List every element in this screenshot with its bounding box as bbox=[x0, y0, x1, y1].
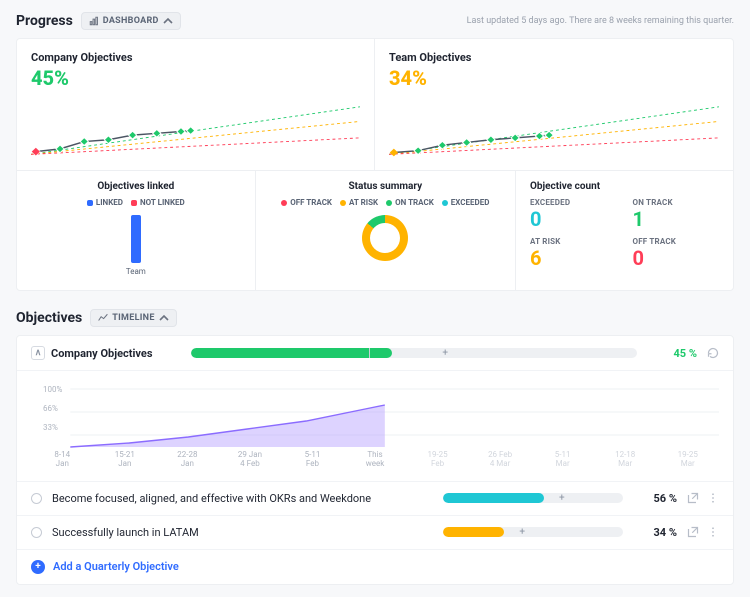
timeline-tick: 5-11Feb bbox=[281, 451, 344, 469]
timeline-tick: 19-25Mar bbox=[656, 451, 719, 469]
objective-pct: 56 % bbox=[633, 492, 677, 505]
update-note: Last updated 5 days ago. There are 8 wee… bbox=[467, 16, 734, 26]
linked-bar bbox=[131, 215, 141, 263]
objective-label: Successfully launch in LATAM bbox=[52, 526, 433, 539]
timeline-tick: 29 Jan4 Feb bbox=[219, 451, 282, 469]
dashboard-toggle[interactable]: DASHBOARD bbox=[81, 12, 181, 30]
timeline-tick: 8-14Jan bbox=[31, 451, 94, 469]
timeline-toggle[interactable]: TIMELINE bbox=[90, 309, 176, 327]
timeline-y-1: 66% bbox=[43, 404, 62, 413]
open-icon[interactable] bbox=[687, 526, 699, 538]
timeline-tick: 19-25Feb bbox=[406, 451, 469, 469]
timeline-tick: 5-11Mar bbox=[531, 451, 594, 469]
status-title: Status summary bbox=[270, 181, 501, 192]
timeline-xaxis: 8-14Jan15-21Jan22-28Jan29 Jan4 Feb5-11Fe… bbox=[31, 451, 719, 469]
timeline-icon bbox=[98, 313, 108, 323]
objective-label: Become focused, aligned, and effective w… bbox=[52, 492, 433, 505]
team-progress-chart bbox=[389, 94, 719, 158]
chart-icon bbox=[89, 16, 99, 26]
company-objectives-card: Company Objectives 45% bbox=[17, 39, 375, 171]
company-card-pct: 45% bbox=[31, 66, 360, 90]
add-objective-label: Add a Quarterly Objective bbox=[53, 560, 179, 573]
radio-icon[interactable] bbox=[31, 493, 42, 504]
chevron-up-icon bbox=[163, 16, 173, 26]
timeline-y-0: 100% bbox=[43, 385, 62, 394]
chevron-up-icon bbox=[159, 313, 169, 323]
timeline-tick: 22-28Jan bbox=[156, 451, 219, 469]
company-progress-bar: + bbox=[191, 348, 637, 358]
legend-not-linked: NOT LINKED bbox=[140, 198, 185, 207]
count-exceeded: EXCEEDED 0 bbox=[530, 198, 616, 229]
legend-on-track: ON TRACK bbox=[395, 198, 434, 207]
add-objective-button[interactable]: + Add a Quarterly Objective bbox=[17, 550, 733, 584]
radio-icon[interactable] bbox=[31, 527, 42, 538]
objective-progress-bar: + bbox=[443, 527, 623, 537]
progress-title: Progress bbox=[16, 13, 73, 29]
open-icon[interactable] bbox=[687, 492, 699, 504]
objective-pct: 34 % bbox=[633, 526, 677, 539]
count-on-track: ON TRACK 1 bbox=[633, 198, 719, 229]
objective-row[interactable]: Successfully launch in LATAM +34 % bbox=[17, 516, 733, 550]
company-row-label: Company Objectives bbox=[51, 347, 152, 360]
count-at-risk: AT RISK 6 bbox=[530, 237, 616, 268]
count-off-track: OFF TRACK 0 bbox=[633, 237, 719, 268]
timeline-tick: 26 Feb4 Mar bbox=[469, 451, 532, 469]
objective-count-card: Objective count EXCEEDED 0 ON TRACK 1 AT… bbox=[516, 171, 733, 290]
timeline-tick: 15-21Jan bbox=[94, 451, 157, 469]
team-card-pct: 34% bbox=[389, 66, 719, 90]
count-title: Objective count bbox=[530, 181, 719, 192]
timeline-tick: Thisweek bbox=[344, 451, 407, 469]
linked-title: Objectives linked bbox=[31, 181, 241, 192]
expand-icon[interactable]: ∧ bbox=[31, 346, 45, 360]
timeline-tick: 12-18Mar bbox=[594, 451, 657, 469]
timeline-y-2: 33% bbox=[43, 423, 62, 432]
status-legend: OFF TRACK AT RISK ON TRACK EXCEEDED bbox=[270, 198, 501, 207]
more-icon[interactable] bbox=[707, 492, 719, 504]
company-row-pct: 45 % bbox=[647, 347, 697, 360]
team-objectives-card: Team Objectives 34% bbox=[375, 39, 733, 171]
more-icon[interactable] bbox=[707, 526, 719, 538]
objectives-timeline: 100% 66% 33% 8-14Jan15-21Jan22-28Jan29 J… bbox=[17, 371, 733, 482]
legend-off-track: OFF TRACK bbox=[290, 198, 332, 207]
objective-row[interactable]: Become focused, aligned, and effective w… bbox=[17, 482, 733, 516]
company-progress-chart bbox=[31, 94, 360, 158]
objectives-title: Objectives bbox=[16, 310, 82, 326]
plus-icon: + bbox=[31, 560, 45, 574]
refresh-icon[interactable] bbox=[707, 347, 719, 359]
status-donut-chart bbox=[362, 215, 408, 261]
linked-axis-label: Team bbox=[126, 267, 146, 276]
objective-progress-bar: + bbox=[443, 493, 623, 503]
status-summary-card: Status summary OFF TRACK AT RISK ON TRAC… bbox=[256, 171, 516, 290]
linked-bar-chart: Team bbox=[31, 215, 241, 276]
legend-linked: LINKED bbox=[96, 198, 123, 207]
company-card-title: Company Objectives bbox=[31, 51, 360, 64]
company-objectives-row[interactable]: ∧ Company Objectives + 45 % bbox=[17, 336, 733, 371]
team-card-title: Team Objectives bbox=[389, 51, 719, 64]
linked-legend: LINKED NOT LINKED bbox=[31, 198, 241, 207]
legend-at-risk: AT RISK bbox=[349, 198, 378, 207]
legend-exceeded: EXCEEDED bbox=[451, 198, 490, 207]
dashboard-label: DASHBOARD bbox=[103, 16, 159, 26]
objectives-linked-card: Objectives linked LINKED NOT LINKED Team bbox=[17, 171, 256, 290]
timeline-label: TIMELINE bbox=[112, 313, 154, 323]
